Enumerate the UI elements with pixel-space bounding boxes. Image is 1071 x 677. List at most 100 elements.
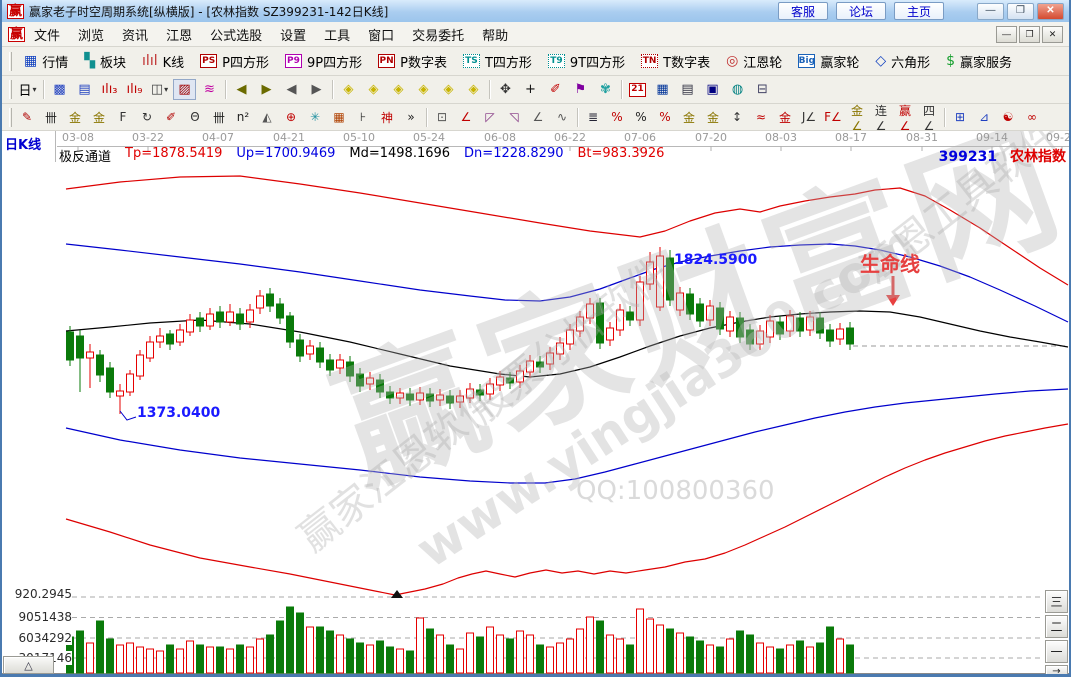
fan-box-2-icon[interactable]: ◹ (503, 107, 525, 128)
t-number-table-button[interactable]: TNT数字表 (633, 49, 718, 74)
panes-two-button[interactable]: 二 (1045, 615, 1068, 638)
menu-help[interactable]: 帮助 (482, 29, 508, 44)
candle-mark-icon[interactable]: ↕ (726, 107, 748, 128)
star-teal-icon[interactable]: ✳ (304, 107, 326, 128)
forum-button[interactable]: 论坛 (836, 2, 886, 20)
wave-channel-icon[interactable]: ≈ (750, 107, 772, 128)
grid-highlight-icon[interactable]: ⊞ (949, 107, 971, 128)
j-angle-icon[interactable]: J∠ (798, 107, 820, 128)
calendar-icon[interactable]: 21 (626, 79, 649, 100)
nav-last-icon[interactable]: ▶ (255, 79, 278, 100)
printer-icon[interactable]: ⊟ (751, 79, 774, 100)
quote-marks-icon[interactable]: ⊦ (352, 107, 374, 128)
bars-9-icon[interactable]: ılı₉ (123, 79, 146, 100)
ying-angle-icon[interactable]: 赢∠ (894, 107, 916, 128)
gold-under-icon[interactable]: 金 (774, 107, 796, 128)
close-button[interactable]: ✕ (1037, 3, 1064, 20)
comb-2-icon[interactable]: 卌 (208, 107, 230, 128)
percent-icon[interactable]: % (630, 107, 652, 128)
infinity-icon[interactable]: ∞ (1021, 107, 1043, 128)
calculator-icon[interactable]: ▦ (651, 79, 674, 100)
gold-circle-icon[interactable]: 金 (678, 107, 700, 128)
brush-red-icon[interactable]: ✐ (160, 107, 182, 128)
diamond-scroll-left-icon[interactable]: ◈ (337, 79, 360, 100)
f-angle-icon[interactable]: F∠ (822, 107, 844, 128)
menu-trade-order[interactable]: 交易委托 (412, 29, 464, 44)
grid-color-icon[interactable]: ▦ (328, 107, 350, 128)
mirror-icon[interactable]: ◭ (256, 107, 278, 128)
period-day-dropdown-icon[interactable]: 日▾ (16, 79, 39, 100)
taiji-icon[interactable]: ☯ (997, 107, 1019, 128)
color-chart-icon[interactable]: ≋ (198, 79, 221, 100)
flag-tool-icon[interactable]: ⚑ (569, 79, 592, 100)
price-scale-icon[interactable]: ≣ (582, 107, 604, 128)
n-square-icon[interactable]: n² (232, 107, 254, 128)
web-data-icon[interactable]: ◍ (726, 79, 749, 100)
crosshair-icon[interactable]: + (519, 79, 542, 100)
spiral-icon[interactable]: ↻ (136, 107, 158, 128)
nav-prev-icon[interactable]: ◀ (280, 79, 303, 100)
menu-tools[interactable]: 工具 (324, 29, 350, 44)
notes-icon[interactable]: ▤ (676, 79, 699, 100)
save-icon[interactable]: ▣ (701, 79, 724, 100)
gold-angle-icon[interactable]: 金∠ (846, 107, 868, 128)
menu-file[interactable]: 文件 (34, 29, 60, 44)
mdi-minimize-button[interactable]: — (996, 26, 1017, 43)
cycle-circle-icon[interactable]: Θ (184, 107, 206, 128)
menu-settings[interactable]: 设置 (280, 29, 306, 44)
candle-period-icon[interactable]: ◫▾ (148, 79, 171, 100)
lian-angle-icon[interactable]: 连∠ (870, 107, 892, 128)
menu-formula-stock-picking[interactable]: 公式选股 (210, 29, 262, 44)
bars-3-icon[interactable]: ılı₃ (98, 79, 121, 100)
nav-first-icon[interactable]: ◀ (230, 79, 253, 100)
wave-icon[interactable]: ∿ (551, 107, 573, 128)
pane-arrow-button[interactable]: → (1045, 665, 1068, 674)
diamond-v-expand-icon[interactable]: ◈ (437, 79, 460, 100)
9p-square-button[interactable]: P99P四方形 (277, 49, 370, 74)
diamond-scroll-right-icon[interactable]: ◈ (362, 79, 385, 100)
nav-next-icon[interactable]: ▶ (305, 79, 328, 100)
p-square-button[interactable]: PSP四方形 (192, 49, 277, 74)
fan-red-icon[interactable]: ∠ (455, 107, 477, 128)
comb-icon[interactable]: 卌 (40, 107, 62, 128)
more-tools-icon[interactable]: » (400, 107, 422, 128)
fan-box-1-icon[interactable]: ◸ (479, 107, 501, 128)
hand-drag-icon[interactable]: ✥ (494, 79, 517, 100)
corner-triangle-button[interactable]: △ (3, 656, 54, 674)
quotes-button[interactable]: ▦行情 (16, 49, 76, 74)
zoom-pattern-icon[interactable]: ▩ (48, 79, 71, 100)
document-icon[interactable]: ▤ (73, 79, 96, 100)
gann-wheel-button[interactable]: ◎江恩轮 (718, 49, 790, 74)
menu-window[interactable]: 窗口 (368, 29, 394, 44)
menu-browse[interactable]: 浏览 (78, 29, 104, 44)
minimize-button[interactable]: — (977, 3, 1004, 20)
chart-canvas[interactable] (2, 131, 1069, 674)
knife-icon[interactable]: ✎ (16, 107, 38, 128)
si-angle-icon[interactable]: 四∠ (918, 107, 940, 128)
trend-mini-icon[interactable]: ⊿ (973, 107, 995, 128)
mdi-restore-button[interactable]: ❐ (1019, 26, 1040, 43)
panes-three-button[interactable]: 三 (1045, 590, 1068, 613)
shen-red-icon[interactable]: 神 (376, 107, 398, 128)
gold-comb-2-icon[interactable]: 金 (88, 107, 110, 128)
winner-service-button[interactable]: $赢家服务 (938, 49, 1020, 74)
menu-gann[interactable]: 江恩 (166, 29, 192, 44)
gold-line-icon[interactable]: 金 (702, 107, 724, 128)
panes-one-button[interactable]: 一 (1045, 640, 1068, 663)
diamond-h-expand-icon[interactable]: ◈ (387, 79, 410, 100)
gold-comb-1-icon[interactable]: 金 (64, 107, 86, 128)
pattern-tool-icon[interactable]: ✾ (594, 79, 617, 100)
box-anchor-icon[interactable]: ⊡ (431, 107, 453, 128)
winner-wheel-button[interactable]: Big赢家轮 (790, 49, 867, 74)
percent-line-icon[interactable]: % (654, 107, 676, 128)
diamond-full-icon[interactable]: ◈ (462, 79, 485, 100)
9t-square-button[interactable]: T99T四方形 (540, 49, 633, 74)
t-square-button[interactable]: TST四方形 (455, 49, 540, 74)
sectors-button[interactable]: ▚板块 (76, 49, 134, 74)
percent-strike-icon[interactable]: % (606, 107, 628, 128)
maximize-button[interactable]: ❐ (1007, 3, 1034, 20)
pattern-red-icon[interactable]: ▨ (173, 79, 196, 100)
hexagon-button[interactable]: ◇六角形 (867, 49, 938, 74)
kline-button[interactable]: ılılK线 (134, 49, 192, 74)
measure-icon[interactable]: ✐ (544, 79, 567, 100)
